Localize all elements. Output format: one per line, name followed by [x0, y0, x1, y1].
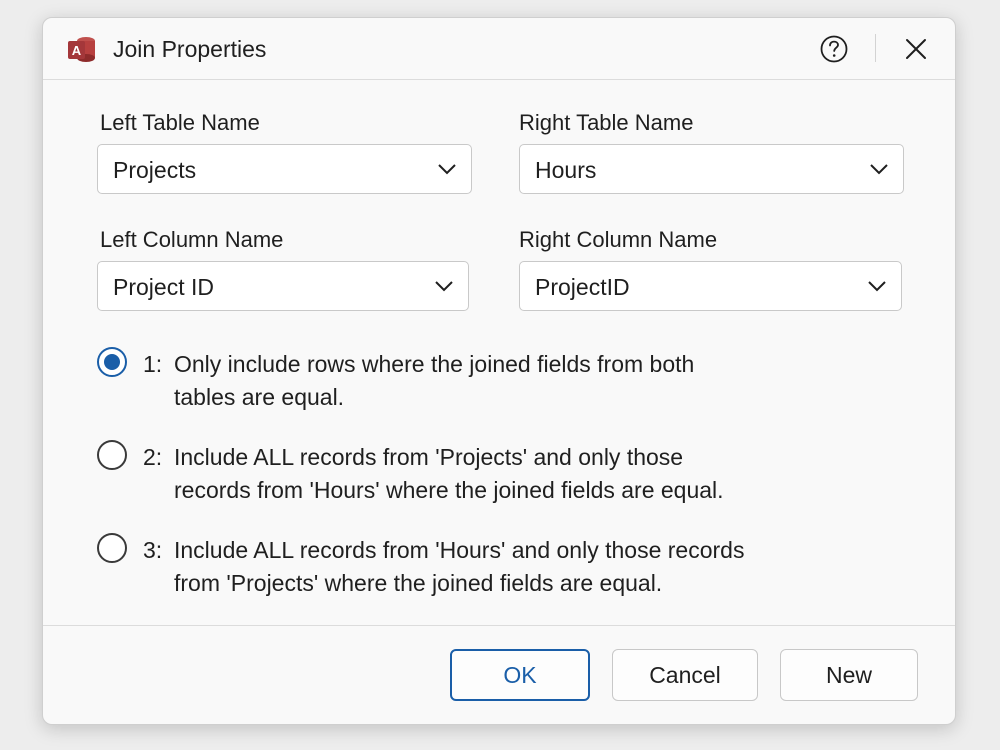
close-icon — [906, 39, 926, 59]
new-button[interactable]: New — [780, 649, 918, 701]
radio-selected-dot — [104, 354, 120, 370]
close-button[interactable] — [901, 34, 931, 64]
option-1-line-1: Only include rows where the joined field… — [174, 351, 695, 377]
right-table-select[interactable]: Hours — [519, 144, 904, 194]
left-table-label: Left Table Name — [100, 110, 260, 135]
join-option-3[interactable]: 3: Include ALL records from 'Hours' and … — [97, 533, 797, 603]
right-table-label: Right Table Name — [519, 110, 694, 135]
ok-button[interactable]: OK — [450, 649, 590, 701]
option-3-line-2: from 'Projects' where the joined fields … — [174, 570, 663, 596]
option-2-label: Include ALL records from 'Projects' and … — [174, 441, 774, 507]
left-column-select[interactable]: Project ID — [97, 261, 469, 311]
cancel-button[interactable]: Cancel — [612, 649, 758, 701]
join-properties-dialog: A Join Properties Left Table Name Projec… — [42, 17, 956, 725]
join-option-2[interactable]: 2: Include ALL records from 'Projects' a… — [97, 440, 797, 510]
chevron-down-icon — [868, 281, 886, 292]
join-option-1[interactable]: 1: Only include rows where the joined fi… — [97, 347, 797, 417]
option-2-line-2: records from 'Hours' where the joined fi… — [174, 477, 724, 503]
access-app-icon: A — [67, 36, 97, 64]
chevron-down-icon — [870, 164, 888, 175]
option-1-label: Only include rows where the joined field… — [174, 348, 774, 414]
option-3-label: Include ALL records from 'Hours' and onl… — [174, 534, 774, 600]
option-2-line-1: Include ALL records from 'Projects' and … — [174, 444, 684, 470]
left-column-value: Project ID — [113, 274, 214, 300]
right-column-select[interactable]: ProjectID — [519, 261, 902, 311]
dialog-title: Join Properties — [113, 36, 267, 62]
radio-button-option-2[interactable] — [97, 440, 127, 470]
titlebar-divider — [875, 34, 876, 62]
left-table-value: Projects — [113, 157, 197, 183]
help-circle-icon — [820, 35, 848, 63]
footer-divider — [43, 625, 955, 626]
help-button[interactable] — [819, 34, 849, 64]
right-column-label: Right Column Name — [519, 227, 718, 252]
title-bar: A Join Properties — [43, 18, 955, 80]
left-table-select[interactable]: Projects — [97, 144, 472, 194]
left-column-label: Left Column Name — [100, 227, 284, 252]
option-3-number: 3: — [143, 537, 163, 563]
option-1-number: 1: — [143, 351, 163, 377]
right-table-value: Hours — [535, 157, 597, 183]
option-2-number: 2: — [143, 444, 163, 470]
radio-button-option-1[interactable] — [97, 347, 127, 377]
app-icon-letter: A — [72, 43, 82, 58]
right-column-value: ProjectID — [535, 274, 630, 300]
option-3-line-1: Include ALL records from 'Hours' and onl… — [174, 537, 745, 563]
chevron-down-icon — [438, 164, 456, 175]
radio-button-option-3[interactable] — [97, 533, 127, 563]
option-1-line-2: tables are equal. — [174, 384, 345, 410]
chevron-down-icon — [435, 281, 453, 292]
